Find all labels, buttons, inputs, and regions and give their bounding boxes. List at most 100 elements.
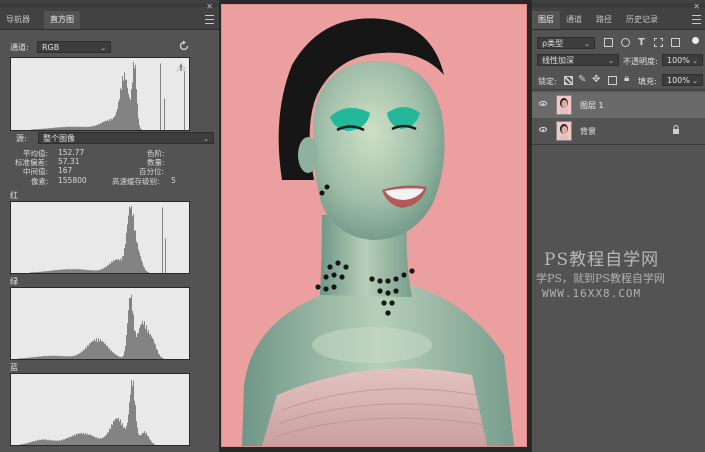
histogram-bar <box>158 353 159 359</box>
watermark-subtitle: 学PS，就到PS教程自学网 <box>536 272 665 285</box>
histogram-bar <box>161 357 162 359</box>
panel-menu-icon[interactable] <box>692 15 701 24</box>
fill-input[interactable]: 100% ⌄ <box>662 74 703 86</box>
tab-paths[interactable]: 路径 <box>590 11 618 29</box>
histogram-bar <box>144 267 145 273</box>
histogram-bar <box>117 355 118 359</box>
histogram-bar <box>62 269 63 273</box>
histogram-bar <box>138 433 139 445</box>
lock-move-icon[interactable]: ✥ <box>592 74 600 85</box>
eye-icon[interactable] <box>539 101 547 106</box>
histogram-bar <box>34 272 35 273</box>
opacity-input[interactable]: 100% ⌄ <box>662 54 703 66</box>
histogram-bar <box>134 400 135 445</box>
histogram-bar <box>122 423 123 445</box>
layer-row-layer1[interactable]: 图层 1 <box>532 92 705 118</box>
histogram-bar <box>33 272 34 273</box>
histogram-bar <box>104 343 105 359</box>
fill-label: 填充: <box>638 77 657 86</box>
histogram-bar <box>133 214 134 273</box>
tab-channels[interactable]: 通道 <box>560 11 588 29</box>
histogram-bar <box>119 99 120 130</box>
layer-filter-select[interactable]: ρ类型 ⌄ <box>537 37 595 49</box>
histogram-bar <box>110 350 111 359</box>
histogram-bar <box>37 356 38 359</box>
layer-row-background[interactable]: 背景 <box>532 118 705 144</box>
tab-navigator[interactable]: 导航器 <box>0 11 36 29</box>
lock-paint-icon[interactable]: ✎ <box>578 74 586 85</box>
histogram-bar <box>98 123 99 130</box>
close-icon[interactable]: ✕ <box>206 2 213 11</box>
rgb-histogram <box>10 57 190 131</box>
blend-mode-select[interactable]: 线性加深 ⌄ <box>537 54 619 66</box>
histogram-bar <box>100 123 101 130</box>
tab-layers[interactable]: 图层 <box>532 11 560 29</box>
filter-toggle-icon[interactable] <box>692 37 699 44</box>
left-panel-tabbar: 导航器 直方图 ✕ <box>0 0 219 30</box>
filter-adjustment-icon[interactable] <box>621 38 630 47</box>
lock-all-icon[interactable]: 🔒︎ <box>624 73 629 84</box>
histogram-bar <box>116 418 117 445</box>
histogram-bar <box>136 421 137 445</box>
histogram-bar <box>61 355 62 359</box>
close-icon[interactable]: ✕ <box>693 2 700 11</box>
histogram-bar <box>41 271 42 273</box>
histogram-bar <box>65 126 66 130</box>
tab-history[interactable]: 历史记录 <box>620 11 664 29</box>
histogram-bar <box>60 356 61 359</box>
histogram-bar <box>120 419 121 445</box>
eye-icon[interactable] <box>539 127 547 132</box>
histogram-bar <box>45 271 46 273</box>
histogram-bar <box>102 437 103 445</box>
histogram-bar <box>64 439 65 445</box>
green-histogram <box>10 287 190 360</box>
histogram-bar <box>66 356 67 359</box>
green-channel-label: 绿 <box>10 277 18 286</box>
green-histogram-graph <box>18 294 164 359</box>
histogram-bar <box>55 270 56 273</box>
source-select[interactable]: 整个图像 ⌄ <box>38 132 214 144</box>
filter-shape-icon[interactable] <box>654 38 663 47</box>
filter-type-icon[interactable]: T <box>638 37 645 48</box>
histogram-bar <box>142 262 143 273</box>
histogram-bar <box>150 333 151 359</box>
panel-grip[interactable] <box>532 3 705 7</box>
histogram-bar <box>124 72 125 130</box>
histogram-bar <box>97 341 98 359</box>
warning-icon[interactable] <box>175 61 187 72</box>
histogram-bar <box>123 80 124 130</box>
histogram-bar <box>102 268 103 273</box>
histogram-bar <box>103 121 104 130</box>
histogram-bar <box>42 356 43 359</box>
histogram-bar <box>71 356 72 359</box>
histogram-bar <box>127 422 128 445</box>
histogram-bar <box>105 266 106 273</box>
lock-artboard-icon[interactable] <box>608 76 617 85</box>
refresh-icon[interactable] <box>178 40 190 52</box>
histogram-bar <box>71 269 72 273</box>
histogram-bar <box>153 339 154 359</box>
divider <box>532 89 705 90</box>
histogram-bar <box>73 127 74 130</box>
histogram-bar <box>52 270 53 273</box>
blend-mode-value: 线性加深 <box>542 56 574 65</box>
lock-transparent-icon[interactable] <box>564 76 573 85</box>
tab-histogram[interactable]: 直方图 <box>44 11 80 29</box>
histogram-bar <box>49 271 50 273</box>
histogram-bar <box>51 440 52 445</box>
histogram-bar <box>52 127 53 130</box>
panel-grip[interactable] <box>0 3 219 7</box>
histogram-bar <box>63 356 64 359</box>
histogram-bar <box>147 435 148 445</box>
document-canvas[interactable] <box>221 4 527 447</box>
histogram-bar <box>75 126 76 130</box>
histogram-bar <box>88 345 89 359</box>
histogram-bar <box>124 248 125 273</box>
histogram-bar <box>113 260 114 273</box>
histogram-bar <box>74 355 75 359</box>
histogram-bar <box>154 343 155 359</box>
channel-select[interactable]: RGB ⌄ <box>37 41 111 53</box>
filter-pixel-icon[interactable] <box>604 38 613 47</box>
panel-menu-icon[interactable] <box>205 15 214 24</box>
filter-smart-object-icon[interactable] <box>671 38 680 47</box>
